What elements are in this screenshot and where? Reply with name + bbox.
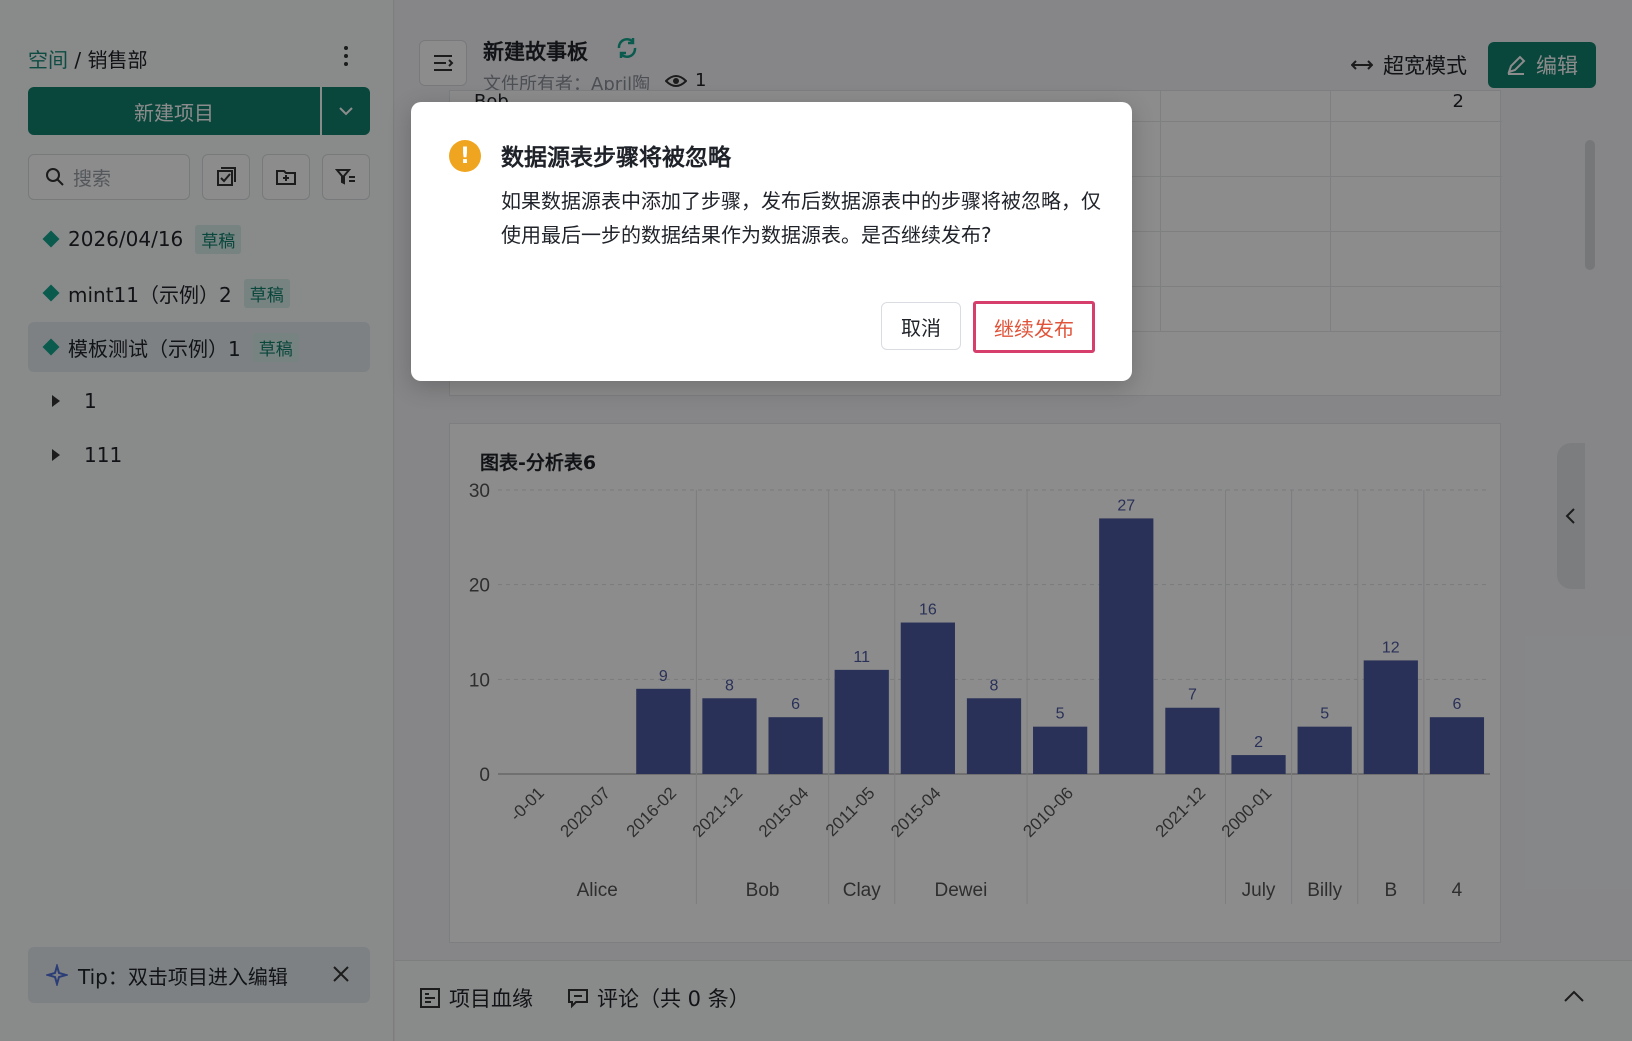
warning-icon: ! bbox=[449, 140, 481, 172]
confirm-dialog: ! 数据源表步骤将被忽略 如果数据源表中添加了步骤，发布后数据源表中的步骤将被忽… bbox=[411, 102, 1132, 381]
dialog-title: 数据源表步骤将被忽略 bbox=[501, 145, 731, 171]
continue-publish-button[interactable]: 继续发布 bbox=[973, 301, 1095, 353]
cancel-button[interactable]: 取消 bbox=[881, 302, 961, 350]
dialog-body: 如果数据源表中添加了步骤，发布后数据源表中的步骤将被忽略，仅使用最后一步的数据结… bbox=[501, 189, 1101, 247]
